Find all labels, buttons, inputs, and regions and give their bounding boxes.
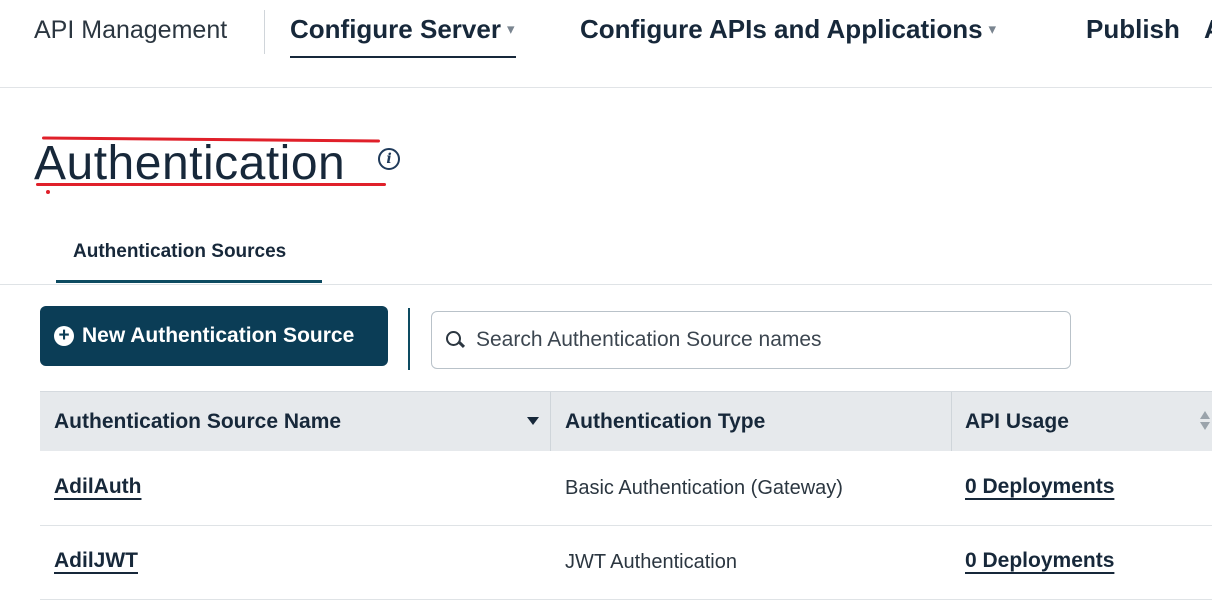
nav-item-truncated[interactable]: A xyxy=(1204,14,1212,45)
nav-configure-server-label: Configure Server xyxy=(290,14,501,44)
auth-type-cell: JWT Authentication xyxy=(565,551,737,573)
red-annotation-line xyxy=(36,183,386,186)
chevron-down-icon: ▾ xyxy=(988,21,997,38)
toolbar-divider xyxy=(408,308,410,370)
column-header-type[interactable]: Authentication Type xyxy=(565,392,765,451)
auth-source-name-link[interactable]: AdilAuth xyxy=(54,475,141,499)
chevron-down-icon: ▾ xyxy=(506,21,515,38)
table-row: AdilJWT JWT Authentication 0 Deployments xyxy=(40,525,1212,600)
table-row: AdilAuth Basic Authentication (Gateway) … xyxy=(40,451,1212,526)
nav-publish[interactable]: Publish xyxy=(1086,14,1180,45)
api-usage-link[interactable]: 0 Deployments xyxy=(965,475,1114,499)
active-tab-indicator xyxy=(56,280,322,283)
nav-divider xyxy=(264,10,265,54)
search-icon xyxy=(444,329,466,351)
column-divider xyxy=(550,392,551,451)
red-annotation-dot xyxy=(46,190,50,194)
auth-type-cell: Basic Authentication (Gateway) xyxy=(565,477,843,499)
tabs-bottom-border xyxy=(0,284,1212,285)
tab-label: Authentication Sources xyxy=(73,241,287,262)
new-authentication-source-button[interactable]: + New Authentication Source xyxy=(40,306,388,366)
nav-configure-apis[interactable]: Configure APIs and Applications ▾ xyxy=(580,14,996,45)
column-header-name[interactable]: Authentication Source Name xyxy=(54,392,341,451)
column-header-api-usage[interactable]: API Usage xyxy=(965,392,1069,451)
search-box[interactable] xyxy=(431,311,1071,369)
new-button-label: New Authentication Source xyxy=(82,324,355,347)
column-divider xyxy=(951,392,952,451)
info-icon[interactable]: i xyxy=(378,148,400,170)
table-header: Authentication Source Name Authenticatio… xyxy=(40,391,1212,451)
tab-authentication-sources[interactable]: Authentication Sources xyxy=(56,241,322,283)
nav-bottom-border xyxy=(0,87,1212,88)
nav-configure-apis-label: Configure APIs and Applications xyxy=(580,14,983,44)
active-nav-underline xyxy=(290,56,517,58)
nav-configure-server[interactable]: Configure Server ▾ xyxy=(290,14,517,58)
app-brand[interactable]: API Management xyxy=(34,16,227,45)
search-input[interactable] xyxy=(474,327,1038,353)
auth-source-name-link[interactable]: AdilJWT xyxy=(54,549,138,573)
top-navigation: API Management Configure Server ▾ Configu… xyxy=(0,0,1212,64)
plus-circle-icon: + xyxy=(54,326,74,346)
sort-icon[interactable] xyxy=(1200,411,1212,431)
api-usage-link[interactable]: 0 Deployments xyxy=(965,549,1114,573)
sort-descending-icon[interactable] xyxy=(527,417,539,425)
